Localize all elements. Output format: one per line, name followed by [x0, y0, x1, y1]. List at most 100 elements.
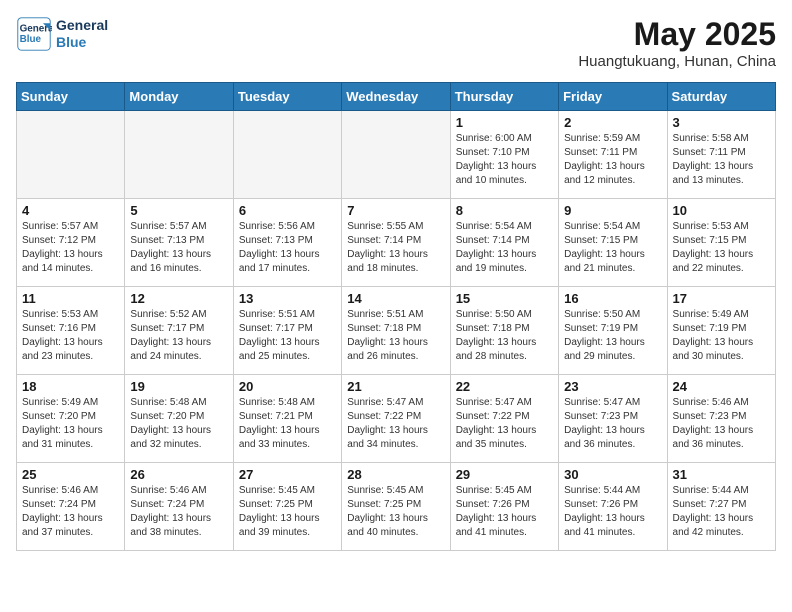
calendar-cell-w5-d2: 27Sunrise: 5:45 AM Sunset: 7:25 PM Dayli… — [233, 463, 341, 551]
header-sunday: Sunday — [17, 83, 125, 111]
day-number: 26 — [130, 467, 227, 482]
calendar-cell-w2-d4: 8 Sunrise: 5:54 AM Sunset: 7:14 PM Daylig… — [450, 199, 558, 287]
day-number: 7 — [347, 203, 444, 218]
calendar-cell-w2-d3: 7 Sunrise: 5:55 AM Sunset: 7:14 PM Daylig… — [342, 199, 450, 287]
day-number: 22 — [456, 379, 553, 394]
location-title: Huangtukuang, Hunan, China — [578, 53, 776, 70]
week-row-1: 1Sunrise: 6:00 AM Sunset: 7:10 PM Daylig… — [17, 111, 776, 199]
calendar-cell-w1-d1 — [125, 111, 233, 199]
day-number: 8 — [456, 203, 553, 218]
day-info: Sunrise: 5:54 AM Sunset: 7:14 PM Dayligh… — [456, 220, 553, 276]
header-wednesday: Wednesday — [342, 83, 450, 111]
calendar-cell-w2-d1: 5Sunrise: 5:57 AM Sunset: 7:13 PM Daylig… — [125, 199, 233, 287]
day-info: Sunrise: 5:44 AM Sunset: 7:27 PM Dayligh… — [673, 484, 770, 540]
day-info: Sunrise: 5:55 AM Sunset: 7:14 PM Dayligh… — [347, 220, 444, 276]
day-info: Sunrise: 5:51 AM Sunset: 7:18 PM Dayligh… — [347, 308, 444, 364]
day-number: 31 — [673, 467, 770, 482]
day-info: Sunrise: 5:53 AM Sunset: 7:16 PM Dayligh… — [22, 308, 119, 364]
day-info: Sunrise: 5:47 AM Sunset: 7:22 PM Dayligh… — [456, 396, 553, 452]
title-block: May 2025 Huangtukuang, Hunan, China — [578, 16, 776, 70]
month-title: May 2025 — [578, 16, 776, 53]
day-number: 11 — [22, 291, 119, 306]
week-row-3: 11 Sunrise: 5:53 AM Sunset: 7:16 PM Dayli… — [17, 287, 776, 375]
day-info: Sunrise: 5:47 AM Sunset: 7:22 PM Dayligh… — [347, 396, 444, 452]
day-info: Sunrise: 5:48 AM Sunset: 7:20 PM Dayligh… — [130, 396, 227, 452]
calendar-cell-w5-d6: 31 Sunrise: 5:44 AM Sunset: 7:27 PM Dayli… — [667, 463, 775, 551]
day-info: Sunrise: 6:00 AM Sunset: 7:10 PM Dayligh… — [456, 132, 553, 188]
calendar-cell-w4-d6: 24 Sunrise: 5:46 AM Sunset: 7:23 PM Dayli… — [667, 375, 775, 463]
day-info: Sunrise: 5:46 AM Sunset: 7:24 PM Dayligh… — [22, 484, 119, 540]
header-saturday: Saturday — [667, 83, 775, 111]
day-info: Sunrise: 5:46 AM Sunset: 7:24 PM Dayligh… — [130, 484, 227, 540]
day-number: 18 — [22, 379, 119, 394]
calendar-cell-w2-d0: 4 Sunrise: 5:57 AM Sunset: 7:12 PM Daylig… — [17, 199, 125, 287]
day-number: 24 — [673, 379, 770, 394]
day-number: 17 — [673, 291, 770, 306]
day-info: Sunrise: 5:45 AM Sunset: 7:25 PM Dayligh… — [347, 484, 444, 540]
day-info: Sunrise: 5:52 AM Sunset: 7:17 PM Dayligh… — [130, 308, 227, 364]
calendar-cell-w3-d2: 13Sunrise: 5:51 AM Sunset: 7:17 PM Dayli… — [233, 287, 341, 375]
week-row-5: 25 Sunrise: 5:46 AM Sunset: 7:24 PM Dayli… — [17, 463, 776, 551]
calendar-cell-w1-d2 — [233, 111, 341, 199]
calendar-cell-w4-d1: 19 Sunrise: 5:48 AM Sunset: 7:20 PM Dayli… — [125, 375, 233, 463]
calendar-cell-w1-d6: 3 Sunrise: 5:58 AM Sunset: 7:11 PM Daylig… — [667, 111, 775, 199]
calendar-cell-w3-d4: 15 Sunrise: 5:50 AM Sunset: 7:18 PM Dayli… — [450, 287, 558, 375]
day-info: Sunrise: 5:46 AM Sunset: 7:23 PM Dayligh… — [673, 396, 770, 452]
day-info: Sunrise: 5:49 AM Sunset: 7:19 PM Dayligh… — [673, 308, 770, 364]
day-number: 4 — [22, 203, 119, 218]
day-info: Sunrise: 5:58 AM Sunset: 7:11 PM Dayligh… — [673, 132, 770, 188]
calendar-cell-w5-d5: 30 Sunrise: 5:44 AM Sunset: 7:26 PM Dayli… — [559, 463, 667, 551]
day-number: 14 — [347, 291, 444, 306]
day-number: 23 — [564, 379, 661, 394]
day-info: Sunrise: 5:47 AM Sunset: 7:23 PM Dayligh… — [564, 396, 661, 452]
calendar-cell-w2-d5: 9 Sunrise: 5:54 AM Sunset: 7:15 PM Daylig… — [559, 199, 667, 287]
day-number: 19 — [130, 379, 227, 394]
day-number: 9 — [564, 203, 661, 218]
day-number: 20 — [239, 379, 336, 394]
day-info: Sunrise: 5:45 AM Sunset: 7:26 PM Dayligh… — [456, 484, 553, 540]
day-info: Sunrise: 5:49 AM Sunset: 7:20 PM Dayligh… — [22, 396, 119, 452]
day-info: Sunrise: 5:53 AM Sunset: 7:15 PM Dayligh… — [673, 220, 770, 276]
calendar-cell-w3-d5: 16Sunrise: 5:50 AM Sunset: 7:19 PM Dayli… — [559, 287, 667, 375]
day-number: 13 — [239, 291, 336, 306]
header-thursday: Thursday — [450, 83, 558, 111]
day-number: 2 — [564, 115, 661, 130]
day-info: Sunrise: 5:57 AM Sunset: 7:12 PM Dayligh… — [22, 220, 119, 276]
calendar-cell-w4-d0: 18 Sunrise: 5:49 AM Sunset: 7:20 PM Dayli… — [17, 375, 125, 463]
day-number: 3 — [673, 115, 770, 130]
calendar-cell-w1-d3 — [342, 111, 450, 199]
week-row-2: 4 Sunrise: 5:57 AM Sunset: 7:12 PM Daylig… — [17, 199, 776, 287]
day-number: 27 — [239, 467, 336, 482]
day-number: 15 — [456, 291, 553, 306]
header-monday: Monday — [125, 83, 233, 111]
header-tuesday: Tuesday — [233, 83, 341, 111]
day-info: Sunrise: 5:50 AM Sunset: 7:18 PM Dayligh… — [456, 308, 553, 364]
page-header: General Blue General Blue May 2025 Huang… — [16, 16, 776, 70]
calendar-cell-w3-d0: 11 Sunrise: 5:53 AM Sunset: 7:16 PM Dayli… — [17, 287, 125, 375]
day-number: 29 — [456, 467, 553, 482]
calendar-cell-w5-d1: 26 Sunrise: 5:46 AM Sunset: 7:24 PM Dayli… — [125, 463, 233, 551]
day-number: 12 — [130, 291, 227, 306]
calendar-cell-w4-d3: 21 Sunrise: 5:47 AM Sunset: 7:22 PM Dayli… — [342, 375, 450, 463]
day-number: 10 — [673, 203, 770, 218]
calendar-cell-w2-d2: 6Sunrise: 5:56 AM Sunset: 7:13 PM Daylig… — [233, 199, 341, 287]
day-info: Sunrise: 5:48 AM Sunset: 7:21 PM Dayligh… — [239, 396, 336, 452]
logo-text-blue: Blue — [56, 34, 108, 51]
day-info: Sunrise: 5:56 AM Sunset: 7:13 PM Dayligh… — [239, 220, 336, 276]
day-number: 30 — [564, 467, 661, 482]
day-info: Sunrise: 5:57 AM Sunset: 7:13 PM Dayligh… — [130, 220, 227, 276]
day-number: 21 — [347, 379, 444, 394]
calendar-table: Sunday Monday Tuesday Wednesday Thursday… — [16, 82, 776, 551]
header-friday: Friday — [559, 83, 667, 111]
calendar-cell-w4-d5: 23 Sunrise: 5:47 AM Sunset: 7:23 PM Dayli… — [559, 375, 667, 463]
svg-text:Blue: Blue — [20, 34, 42, 45]
calendar-cell-w5-d4: 29 Sunrise: 5:45 AM Sunset: 7:26 PM Dayli… — [450, 463, 558, 551]
calendar-cell-w2-d6: 10 Sunrise: 5:53 AM Sunset: 7:15 PM Dayli… — [667, 199, 775, 287]
calendar-cell-w1-d4: 1Sunrise: 6:00 AM Sunset: 7:10 PM Daylig… — [450, 111, 558, 199]
day-number: 25 — [22, 467, 119, 482]
day-info: Sunrise: 5:44 AM Sunset: 7:26 PM Dayligh… — [564, 484, 661, 540]
calendar-cell-w5-d3: 28Sunrise: 5:45 AM Sunset: 7:25 PM Dayli… — [342, 463, 450, 551]
calendar-cell-w5-d0: 25 Sunrise: 5:46 AM Sunset: 7:24 PM Dayli… — [17, 463, 125, 551]
day-info: Sunrise: 5:54 AM Sunset: 7:15 PM Dayligh… — [564, 220, 661, 276]
logo: General Blue General Blue — [16, 16, 108, 52]
